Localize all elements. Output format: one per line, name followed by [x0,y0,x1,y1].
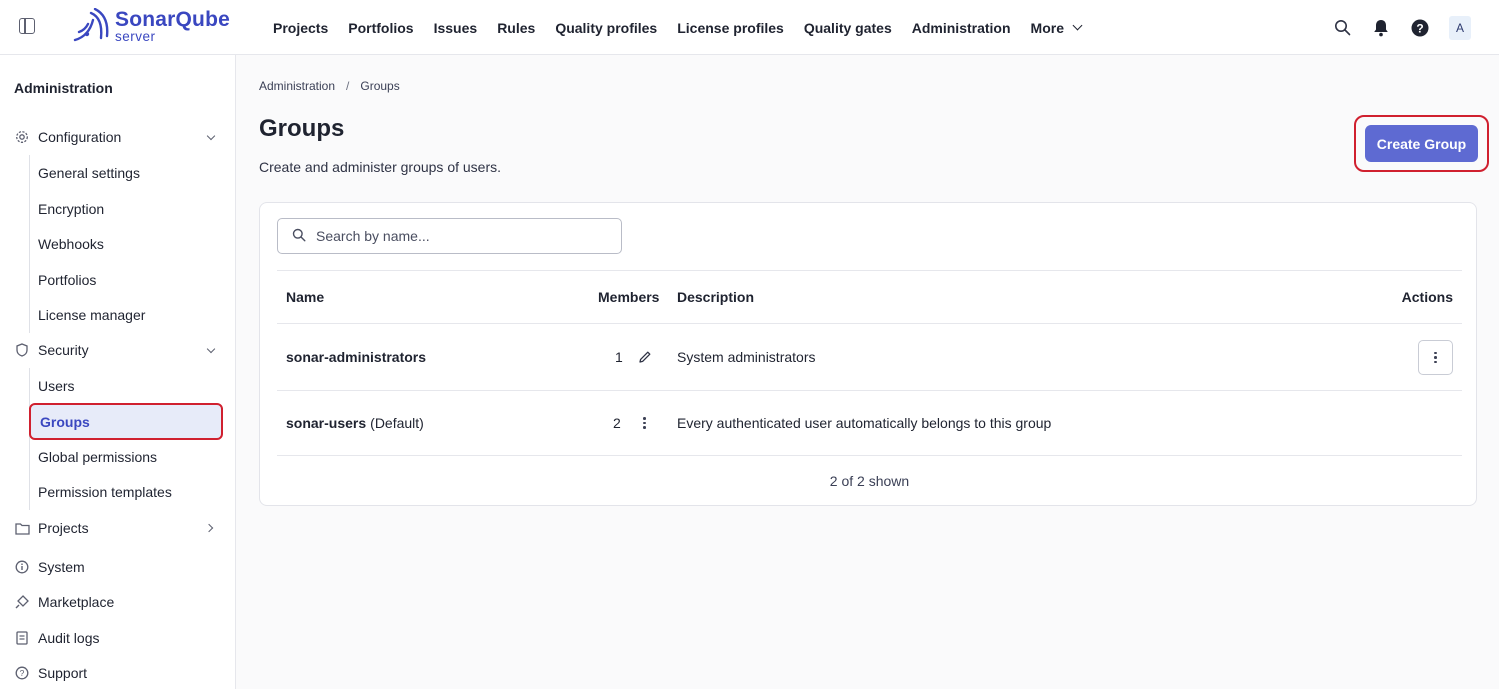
search-icon [292,228,306,245]
chevron-right-icon [204,523,214,533]
nav-projects[interactable]: Projects [263,20,338,36]
sidebar-item-label: System [38,559,85,575]
default-tag: (Default) [370,415,424,431]
sidebar-item-label: Security [38,342,89,358]
sonar-waves-icon [73,8,109,42]
main-nav: Projects Portfolios Issues Rules Quality… [263,0,1091,55]
search-field[interactable] [277,218,622,254]
group-description: Every authenticated user automatically b… [677,415,1052,431]
page-title: Groups [259,115,345,142]
main-content: Administration / Groups Groups Create an… [236,55,1499,689]
nav-administration[interactable]: Administration [902,20,1021,36]
folder-icon [14,520,30,536]
help-icon[interactable]: ? [1410,18,1430,38]
sidebar-title: Administration [14,80,113,96]
info-icon [14,559,30,575]
nav-more[interactable]: More [1021,20,1091,36]
page-description: Create and administer groups of users. [259,159,502,175]
nav-quality-profiles[interactable]: Quality profiles [545,20,667,36]
breadcrumb-groups: Groups [360,79,400,93]
sidebar-item-global-permissions[interactable]: Global permissions [29,439,223,475]
sidebar-item-marketplace[interactable]: Marketplace [14,588,224,616]
chevron-down-icon [206,131,216,141]
sidebar-item-support[interactable]: ? Support [14,659,224,687]
sidebar-item-groups[interactable]: Groups [29,403,223,440]
sidebar-item-security[interactable]: Security [14,336,224,364]
chevron-down-icon [1072,20,1083,31]
header-members: Members [598,289,660,305]
group-name: sonar-users [286,415,367,431]
search-icon[interactable] [1332,18,1352,38]
top-actions: ? A [1313,0,1471,55]
sidebar-toggle-icon[interactable] [19,18,35,34]
member-count: 2 [613,415,621,431]
gear-icon [14,129,30,145]
table-footer: 2 of 2 shown [277,455,1462,505]
nav-issues[interactable]: Issues [424,20,488,36]
sidebar-item-label: Projects [38,520,89,536]
sidebar-item-configuration[interactable]: Configuration [14,123,224,151]
avatar[interactable]: A [1449,15,1471,40]
top-bar: SonarQube server Projects Portfolios Iss… [0,0,1499,55]
sidebar-item-label: Configuration [38,129,122,145]
search-input[interactable] [316,228,596,244]
help-circle-icon: ? [14,665,30,681]
header-description: Description [677,289,755,305]
header-actions: Actions [1401,289,1453,305]
sidebar-item-encryption[interactable]: Encryption [29,191,223,227]
bell-icon[interactable] [1371,18,1391,38]
chevron-down-icon [206,344,216,354]
more-vertical-icon [643,416,646,430]
more-vertical-icon [1434,351,1437,365]
shield-icon [14,342,30,358]
create-group-button[interactable]: Create Group [1365,125,1478,162]
nav-license-profiles[interactable]: License profiles [667,20,794,36]
sonarqube-logo[interactable]: SonarQube server [73,8,233,46]
sidebar-item-permission-templates[interactable]: Permission templates [29,474,223,510]
svg-text:?: ? [1416,21,1423,35]
edit-members-icon[interactable] [638,324,652,390]
results-count: 2 of 2 shown [829,473,910,489]
header-name: Name [286,289,325,305]
sidebar-item-license-manager[interactable]: License manager [29,297,223,333]
brand-edition: server [115,29,156,44]
sidebar-item-webhooks[interactable]: Webhooks [29,226,223,262]
svg-text:?: ? [20,668,25,678]
sidebar-item-audit-logs[interactable]: Audit logs [14,624,224,652]
breadcrumb-administration[interactable]: Administration [259,79,335,93]
table-row: sonar-administrators 1 System administra… [277,323,1462,390]
nav-rules[interactable]: Rules [487,20,545,36]
members-menu-icon[interactable] [643,391,646,455]
breadcrumb: Administration / Groups [259,79,400,93]
table-row: sonar-users (Default) 2 Every authentica… [277,390,1462,455]
nav-quality-gates[interactable]: Quality gates [794,20,902,36]
groups-card: Name Members Description Actions sonar-a… [259,202,1477,506]
document-icon [14,630,30,646]
admin-sidebar: Administration Configuration General set… [0,55,236,689]
nav-more-label: More [1030,19,1064,36]
sidebar-item-projects[interactable]: Projects [14,514,224,542]
table-header-row: Name Members Description Actions [277,270,1462,323]
group-name-cell: sonar-users (Default) [286,391,424,455]
member-count: 1 [615,349,623,365]
sidebar-item-label: Audit logs [38,630,100,646]
nav-portfolios[interactable]: Portfolios [338,20,423,36]
group-description: System administrators [677,349,816,365]
sidebar-item-label: Support [38,665,88,681]
group-actions-button[interactable] [1418,340,1453,375]
sidebar-item-users[interactable]: Users [29,368,223,404]
breadcrumb-separator: / [346,79,350,93]
group-name: sonar-administrators [286,349,427,365]
sidebar-item-system[interactable]: System [14,553,224,581]
sidebar-item-portfolios[interactable]: Portfolios [29,262,223,298]
plug-icon [14,594,30,610]
sidebar-item-label: Marketplace [38,594,115,610]
sidebar-item-general-settings[interactable]: General settings [29,155,223,191]
